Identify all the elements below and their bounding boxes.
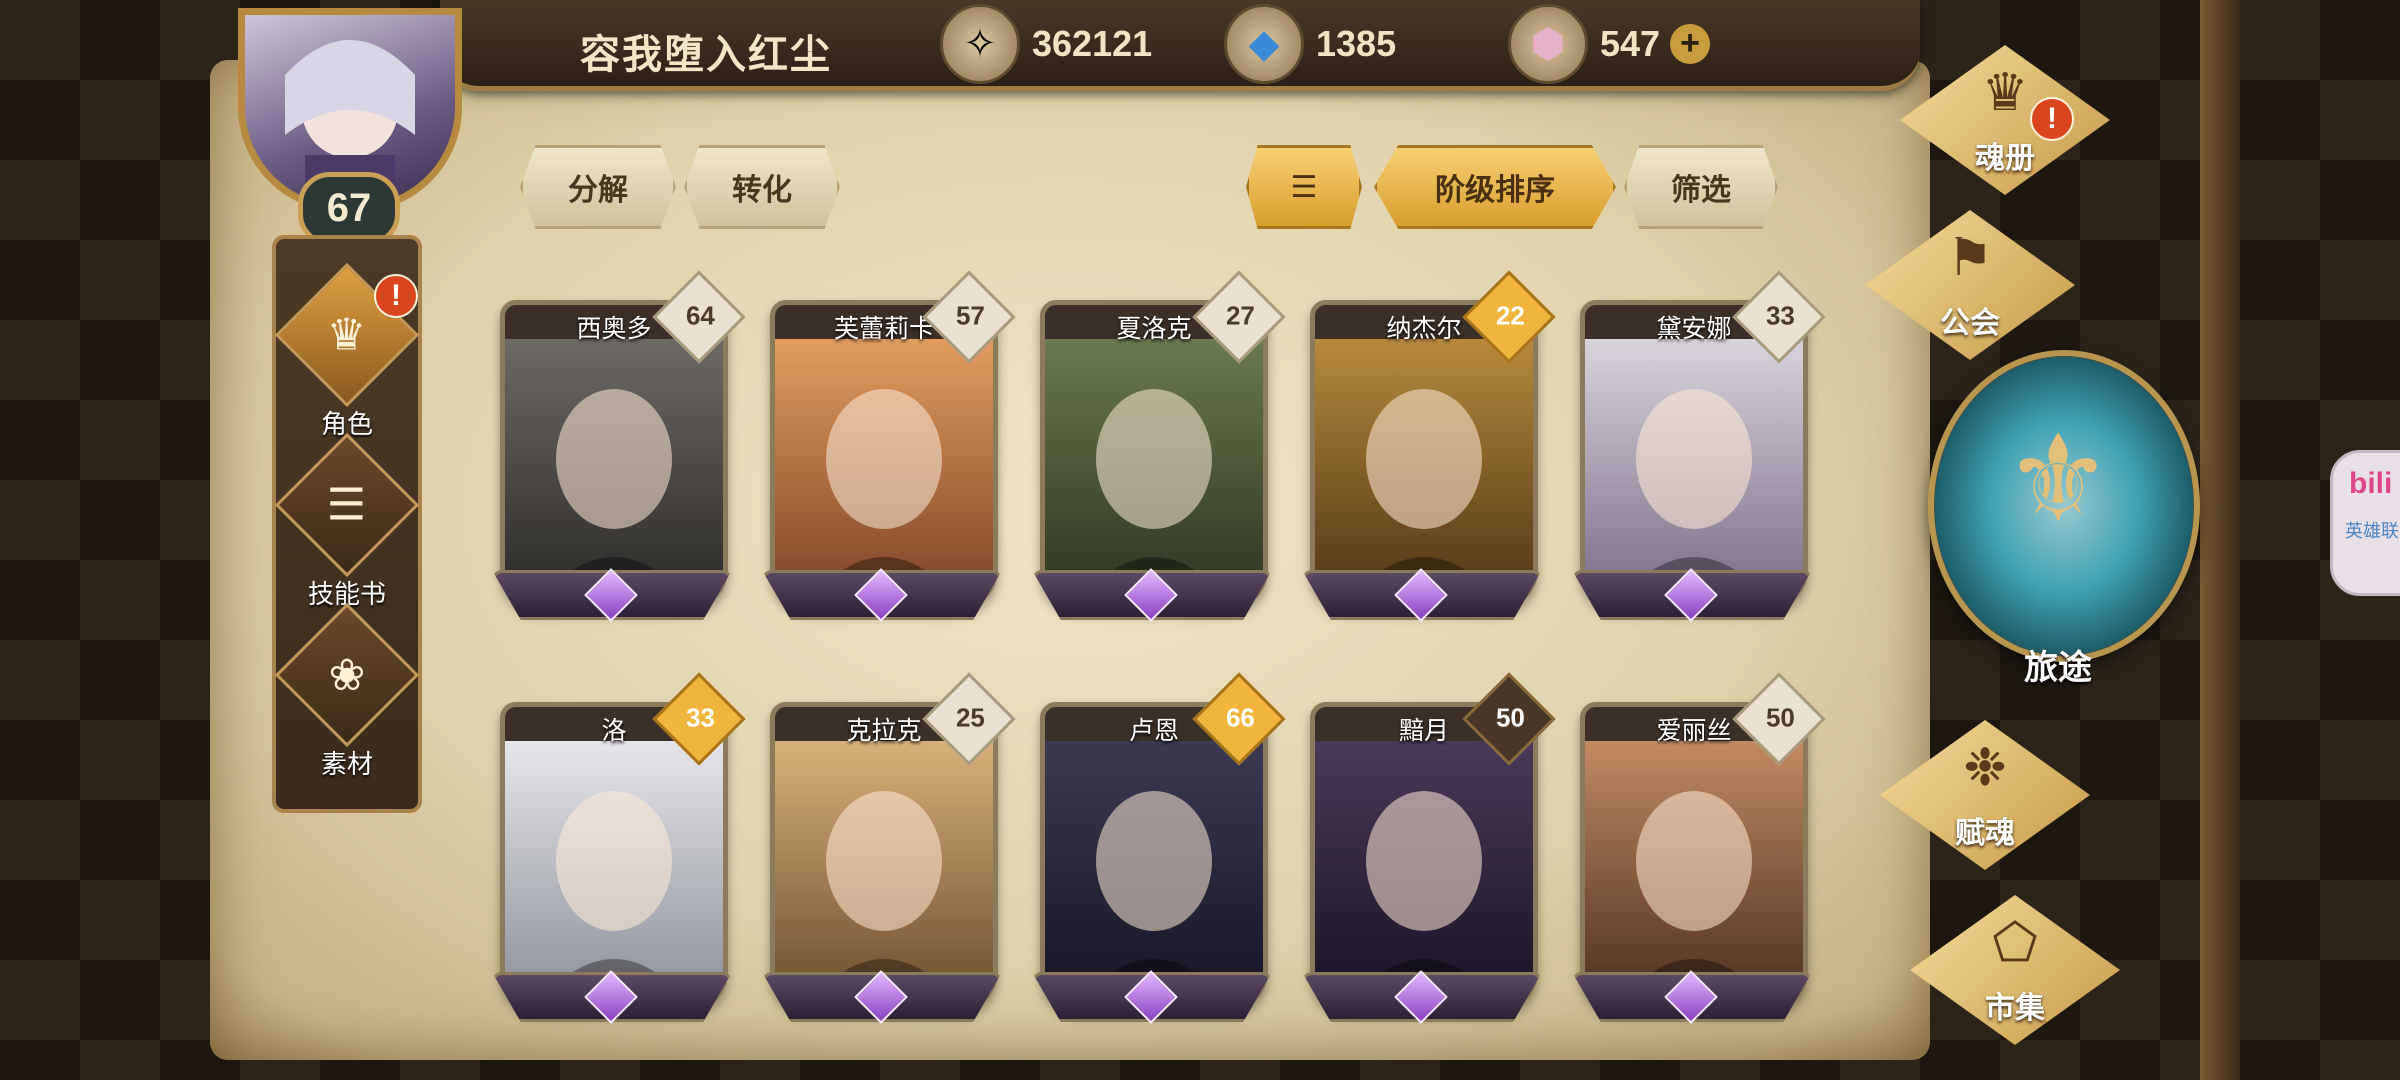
gem-value: 547	[1600, 23, 1661, 64]
nav-item-material[interactable]: ❀ 素材	[274, 602, 420, 781]
crystal-gem-icon: ⬠	[1992, 914, 2038, 972]
tier-sort-button[interactable]: 阶级排序	[1374, 145, 1616, 229]
nav-gem-skill-book: ☰	[274, 432, 420, 578]
hero-card[interactable]: 黯月 50	[1302, 672, 1556, 1024]
hero-portrait	[1585, 339, 1803, 605]
endow-soul-button[interactable]: ❉ 赋魂	[1880, 720, 2090, 870]
character-alert-badge: !	[374, 274, 418, 318]
gold-resource[interactable]: ✧ 362121	[940, 4, 1153, 84]
dragon-banner-icon: ⚑	[1946, 229, 1994, 287]
hero-card[interactable]: 克拉克 25	[762, 672, 1016, 1024]
hero-level-value: 50	[1495, 702, 1525, 733]
floating-side-tab[interactable]: bili 英雄联	[2330, 450, 2400, 596]
hero-card[interactable]: 西奥多 64	[492, 270, 746, 622]
crystal-value: 1385	[1316, 23, 1397, 64]
sort-lines-icon: ☰	[1290, 170, 1318, 204]
hero-level-value: 64	[685, 300, 715, 331]
side-tab-logo-text: bili	[2349, 467, 2393, 500]
hero-portrait	[1045, 741, 1263, 1007]
hero-portrait	[505, 339, 723, 605]
soul-book-button[interactable]: ♛ 魂册 !	[1900, 45, 2110, 195]
hero-level-value: 33	[1765, 300, 1795, 331]
decompose-button[interactable]: 分解	[520, 145, 676, 229]
hero-level-value: 57	[955, 300, 985, 331]
hero-card[interactable]: 洛 33	[492, 672, 746, 1024]
hero-card[interactable]: 黛安娜 33	[1572, 270, 1826, 622]
hero-card[interactable]: 爱丽丝 50	[1572, 672, 1826, 1024]
guild-label: 公会	[1940, 307, 2000, 340]
hero-portrait	[1585, 741, 1803, 1007]
gem-resource[interactable]: ⬢ 547 +	[1508, 4, 1711, 84]
material-icon: ❀	[328, 650, 366, 700]
side-tab-caption: 英雄联	[2345, 521, 2399, 541]
soul-book-alert-badge: !	[2030, 97, 2074, 141]
hero-card[interactable]: 纳杰尔 22	[1302, 270, 1556, 622]
hero-level-value: 33	[685, 702, 715, 733]
hero-card[interactable]: 芙蕾莉卡 57	[762, 270, 1016, 622]
filter-button[interactable]: 筛选	[1624, 145, 1778, 229]
left-nav-panel: ♛ 角色 ! ☰ 技能书 ❀ 素材	[272, 235, 422, 813]
gold-value: 362121	[1032, 23, 1153, 64]
nav-gem-material: ❀	[274, 602, 420, 748]
convert-button[interactable]: 转化	[684, 145, 840, 229]
hero-portrait	[775, 339, 993, 605]
hero-portrait	[505, 741, 723, 1007]
market-button[interactable]: ⬠ 市集	[1910, 895, 2120, 1045]
player-name: 容我堕入红尘	[580, 33, 832, 77]
hero-portrait	[1045, 339, 1263, 605]
guild-button[interactable]: ⚑ 公会	[1865, 210, 2075, 360]
pink-gem-icon: ⬢	[1508, 4, 1588, 84]
hero-level-value: 25	[955, 702, 985, 733]
nav-label-material: 素材	[320, 749, 373, 779]
crystal-resource[interactable]: ◆ 1385	[1224, 4, 1397, 84]
skill-book-icon: ☰	[327, 480, 367, 530]
market-label: 市集	[1985, 992, 2045, 1025]
soul-book-label: 魂册	[1975, 142, 2035, 175]
nav-item-skill-book[interactable]: ☰ 技能书	[274, 432, 420, 611]
swirl-flame-icon: ❉	[1963, 739, 2007, 797]
sort-order-button[interactable]: ☰	[1246, 145, 1362, 229]
hero-card[interactable]: 卢恩 66	[1032, 672, 1286, 1024]
nav-item-character[interactable]: ♛ 角色 !	[274, 262, 420, 441]
hero-level-value: 27	[1225, 300, 1255, 331]
hero-card[interactable]: 夏洛克 27	[1032, 270, 1286, 622]
hero-level-value: 50	[1765, 702, 1795, 733]
hero-portrait	[1315, 339, 1533, 605]
gold-coin-icon: ✧	[940, 4, 1020, 84]
journey-button[interactable]: ⚜ 旅途	[1928, 350, 2200, 690]
helmet-icon: ♛	[327, 310, 367, 360]
hero-level-value: 22	[1495, 300, 1525, 331]
hero-level-value: 66	[1225, 702, 1255, 733]
winged-helmet-icon: ♛	[1981, 64, 2029, 122]
endow-soul-label: 赋魂	[1955, 817, 2015, 850]
blue-crystal-icon: ◆	[1224, 4, 1304, 84]
hero-portrait	[775, 741, 993, 1007]
trident-emblem-icon: ⚜	[2004, 412, 2112, 546]
journey-label: 旅途	[2024, 649, 2092, 687]
hero-portrait	[1315, 741, 1533, 1007]
add-gem-button[interactable]: +	[1670, 24, 1711, 64]
